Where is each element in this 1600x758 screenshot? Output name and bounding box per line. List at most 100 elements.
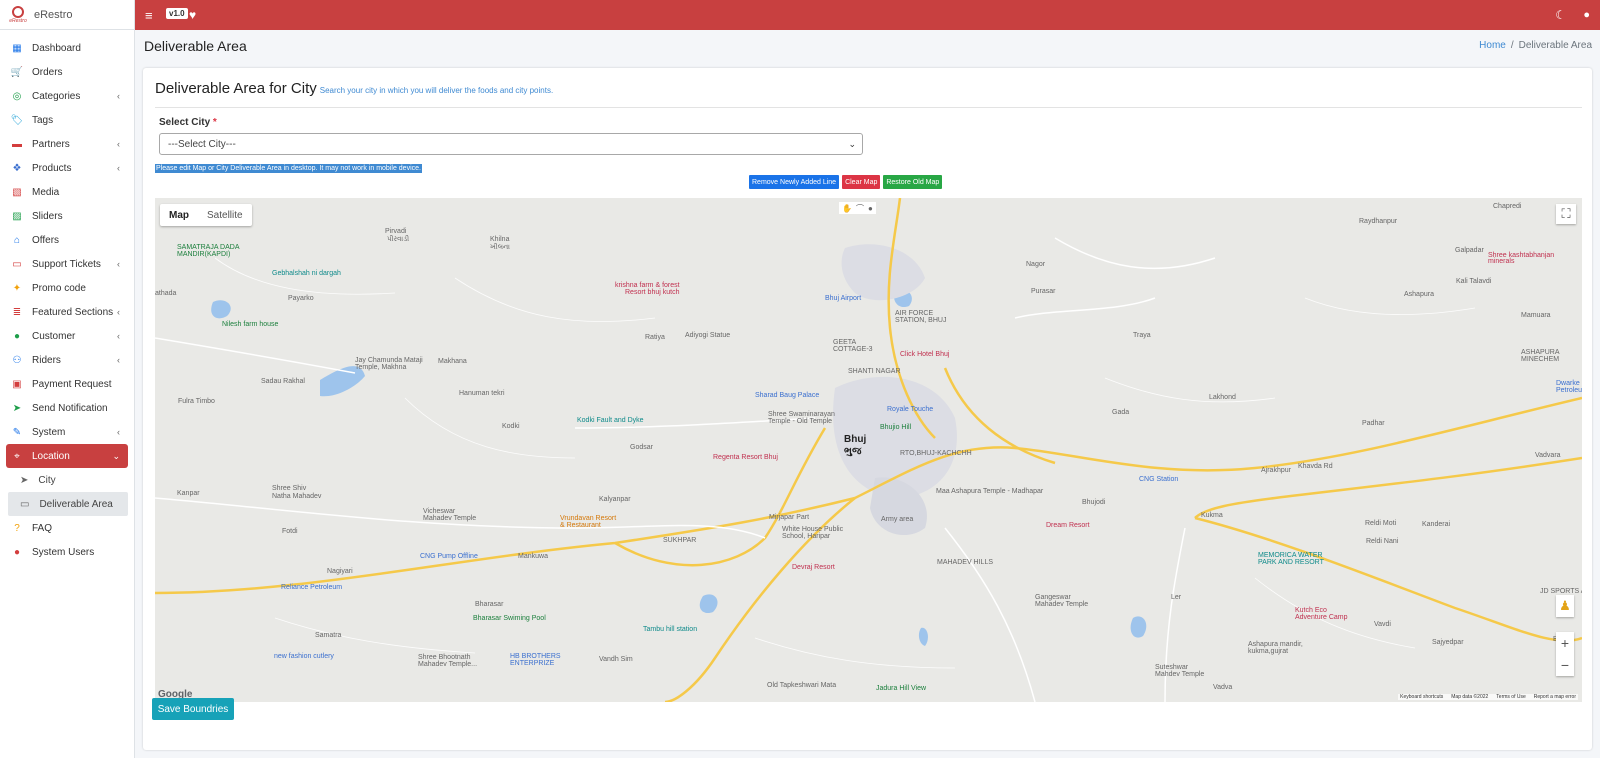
map-place-label[interactable]: MANDIR(KAPDI) xyxy=(177,251,230,259)
sidebar-subitem-deliverable-area[interactable]: ▭ Deliverable Area xyxy=(8,492,128,516)
map-place-label[interactable]: Kukma xyxy=(1201,512,1223,520)
city-select[interactable]: ---Select City--- ⌄ xyxy=(159,133,863,155)
sidebar-item-send-notification[interactable]: ➤ Send Notification xyxy=(6,396,128,420)
map-place-label[interactable]: STATION, BHUJ xyxy=(895,317,946,325)
map-place-label[interactable]: COTTAGE-3 xyxy=(833,346,873,354)
sidebar-item-featured-sections[interactable]: ≣ Featured Sections ‹ xyxy=(6,300,128,324)
sidebar-item-dashboard[interactable]: ▦ Dashboard xyxy=(6,36,128,60)
map-place-label[interactable]: Mankuwa xyxy=(518,553,548,561)
fullscreen-icon[interactable]: ⛶ xyxy=(1556,204,1576,224)
clear-map-button[interactable]: Clear Map xyxy=(842,175,881,189)
sidebar-item-sliders[interactable]: ▨ Sliders xyxy=(6,204,128,228)
map-place-label[interactable]: Samatra xyxy=(315,632,341,640)
map-place-label[interactable]: Kanpar xyxy=(177,490,200,498)
map-place-label[interactable]: Fulra Timbo xyxy=(178,398,215,406)
map-place-label[interactable]: Maa Ashapura Temple - Madhapar xyxy=(936,488,1043,496)
map-place-label[interactable]: Makhana xyxy=(438,358,467,366)
map-place-label[interactable]: પીરવાડી xyxy=(387,236,409,244)
map-place-label[interactable]: Shree Shiv xyxy=(272,485,306,493)
map-place-label[interactable]: Kodki xyxy=(502,423,520,431)
map-place-label[interactable]: new fashion cutlery xyxy=(274,653,334,661)
sidebar-item-promo-code[interactable]: ✦ Promo code xyxy=(6,276,128,300)
map-place-label[interactable]: Raydhanpur xyxy=(1359,218,1397,226)
sidebar-item-partners[interactable]: ▬ Partners ‹ xyxy=(6,132,128,156)
map-place-label[interactable]: Nilesh farm house xyxy=(222,321,278,329)
map-place-label[interactable]: Ratiya xyxy=(645,334,665,342)
brand[interactable]: eRestro eRestro xyxy=(0,0,134,30)
map-place-label[interactable]: Old Tapkeshwari Mata xyxy=(767,682,836,690)
map-place-label[interactable]: Vavdi xyxy=(1374,621,1391,629)
map-place-label[interactable]: Devraj Resort xyxy=(792,564,835,572)
map-place-label[interactable]: Bhuj Airport xyxy=(825,295,861,303)
map-place-label[interactable]: Sharad Baug Palace xyxy=(755,392,819,400)
map-place-label[interactable]: Mirjapar Part xyxy=(769,514,809,522)
sidebar-item-media[interactable]: ▧ Media xyxy=(6,180,128,204)
map-place-label[interactable]: Mahadev Temple xyxy=(423,515,476,523)
map-place-label[interactable]: Adventure Camp xyxy=(1295,614,1348,622)
map-place-label[interactable]: Ajrakhpur xyxy=(1261,467,1291,475)
keyboard-shortcuts-link[interactable]: Keyboard shortcuts xyxy=(1400,694,1443,700)
save-boundaries-button[interactable]: Save Boundries xyxy=(152,698,234,720)
map-place-label[interactable]: Regenta Resort Bhuj xyxy=(713,454,778,462)
map-place-label[interactable]: Reldi Moti xyxy=(1365,520,1396,528)
map-place-label[interactable]: SUKHPAR xyxy=(663,537,696,545)
map-place-label[interactable]: Fotdi xyxy=(282,528,298,536)
sidebar-item-payment-request[interactable]: ▣ Payment Request xyxy=(6,372,128,396)
sidebar-item-categories[interactable]: ◎ Categories ‹ xyxy=(6,84,128,108)
map-place-label[interactable]: Royale Touche xyxy=(887,406,933,414)
map-place-label[interactable]: Khilna xyxy=(490,236,509,244)
heart-icon[interactable]: ♥ xyxy=(189,0,196,30)
street-view-icon[interactable]: ♟ xyxy=(1556,595,1574,617)
map-place-label[interactable]: Petroleum C xyxy=(1556,387,1582,395)
map-place-label[interactable]: Mahadev Temple... xyxy=(418,661,477,669)
zoom-in-icon[interactable]: + xyxy=(1561,635,1569,651)
map-place-label[interactable]: Purasar xyxy=(1031,288,1056,296)
map-place-label[interactable]: Mamuara xyxy=(1521,312,1551,320)
user-icon[interactable]: ● xyxy=(1583,0,1590,30)
map-place-label[interactable]: Traya xyxy=(1133,332,1151,340)
terms-link[interactable]: Terms of Use xyxy=(1496,694,1525,700)
breadcrumb-home[interactable]: Home xyxy=(1479,40,1506,51)
zoom-out-icon[interactable]: − xyxy=(1561,657,1569,673)
map-place-label[interactable]: Kodki Fault and Dyke xyxy=(577,417,644,425)
map-place-label[interactable]: MINECHEM xyxy=(1521,356,1559,364)
map-place-label[interactable]: RTO,BHUJ-KACHCHH xyxy=(900,450,972,458)
map-place-label[interactable]: Khavda Rd xyxy=(1298,463,1333,471)
sidebar-item-customer[interactable]: ● Customer ‹ xyxy=(6,324,128,348)
map-place-label[interactable]: Bhujio Hill xyxy=(880,424,911,432)
map-type-satellite-button[interactable]: Satellite xyxy=(198,204,252,226)
map-place-label[interactable]: PARK AND RESORT xyxy=(1258,559,1324,567)
map-place-label[interactable]: Reldi Nani xyxy=(1366,538,1398,546)
map-place-label[interactable]: Ashapura xyxy=(1404,291,1434,299)
map-place-label[interactable]: Padhar xyxy=(1362,420,1385,428)
map-place-label[interactable]: Vandh Sim xyxy=(599,656,633,664)
map-place-label[interactable]: Temple - Old Temple xyxy=(768,418,832,426)
sidebar-item-tags[interactable]: 🏷 Tags xyxy=(6,108,128,132)
map-place-label[interactable]: Ler xyxy=(1171,594,1181,602)
hand-icon[interactable]: ✋ xyxy=(842,204,852,213)
sidebar-item-faq[interactable]: ? FAQ xyxy=(6,516,128,540)
map-place-label[interactable]: Lakhond xyxy=(1209,394,1236,402)
map-place-label[interactable]: minerals xyxy=(1488,258,1514,266)
map-place-label[interactable]: CNG Station xyxy=(1139,476,1178,484)
map-place-label[interactable]: Sadau Rakhal xyxy=(261,378,305,386)
restore-map-button[interactable]: Restore Old Map xyxy=(883,175,943,189)
map-place-label[interactable]: Hanuman tekri xyxy=(459,390,505,398)
polyline-icon[interactable]: ⌒ xyxy=(856,203,864,214)
sidebar-item-products[interactable]: ❖ Products ‹ xyxy=(6,156,128,180)
sidebar-subitem-city[interactable]: ➤ City xyxy=(8,468,128,492)
map-place-label[interactable]: Sajyedpar xyxy=(1432,639,1464,647)
map-place-label[interactable]: Bharasar xyxy=(475,601,503,609)
map-place-label[interactable]: Tambu hill station xyxy=(643,626,697,634)
map-place-label[interactable]: Kalyanpar xyxy=(599,496,631,504)
map-place-label[interactable]: MAHADEV HILLS xyxy=(937,559,993,567)
map-place-label[interactable]: Army area xyxy=(881,516,913,524)
sidebar-item-orders[interactable]: 🛒 Orders xyxy=(6,60,128,84)
map-place-label[interactable]: Galpadar xyxy=(1455,247,1484,255)
map-place-label[interactable]: Natha Mahadev xyxy=(272,493,321,501)
map-canvas[interactable]: Pirvadi પીરવાડી Khilna ખીલના SAMATRAJA DADA M… xyxy=(155,198,1582,702)
map-place-label[interactable]: Payarko xyxy=(288,295,314,303)
map-place-label[interactable]: SHANTI NAGAR xyxy=(848,368,901,376)
map-place-label[interactable]: Dream Resort xyxy=(1046,522,1090,530)
map-place-label[interactable]: Vadvara xyxy=(1535,452,1561,460)
